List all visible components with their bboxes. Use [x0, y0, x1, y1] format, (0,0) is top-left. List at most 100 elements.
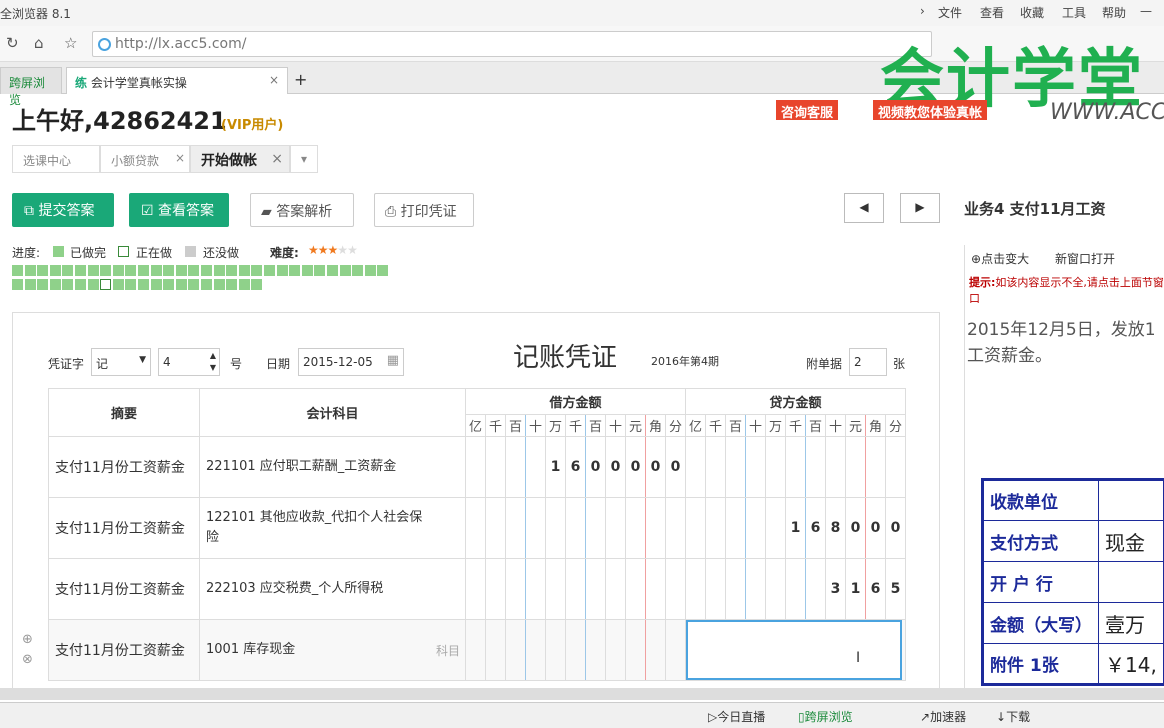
progress-cell[interactable]	[163, 265, 175, 276]
credit-digit[interactable]	[865, 436, 886, 498]
progress-cell[interactable]	[175, 279, 187, 290]
progress-cell[interactable]	[201, 279, 212, 290]
progress-cell[interactable]	[87, 265, 99, 276]
debit-digit[interactable]	[605, 619, 626, 681]
debit-digit[interactable]	[545, 619, 566, 681]
credit-digit[interactable]	[825, 436, 846, 498]
credit-digit[interactable]	[725, 436, 746, 498]
credit-digit[interactable]: 6	[805, 497, 826, 559]
progress-cell[interactable]	[12, 265, 23, 276]
zoom-button[interactable]: ⊕点击变大	[971, 250, 1029, 267]
debit-digit[interactable]	[625, 497, 646, 559]
progress-cell[interactable]	[125, 265, 137, 276]
debit-digit[interactable]	[505, 619, 526, 681]
credit-digit[interactable]: 0	[845, 497, 866, 559]
menu-help[interactable]: 帮助	[1102, 4, 1126, 21]
progress-cell[interactable]	[213, 279, 225, 290]
credit-digit[interactable]	[705, 497, 726, 559]
debit-digit[interactable]	[605, 497, 626, 559]
table-row[interactable]: 支付11月份工资薪金 122101 其他应收款_代扣个人社会保险 1 6 8 0 0 0	[48, 497, 906, 559]
live-button[interactable]: ▷今日直播	[708, 708, 765, 725]
debit-digit[interactable]	[545, 497, 566, 559]
progress-cell[interactable]	[24, 279, 36, 290]
progress-cell[interactable]	[75, 279, 86, 290]
credit-input-active[interactable]: I	[686, 620, 902, 680]
debit-digit[interactable]	[525, 436, 546, 498]
credit-digit[interactable]: 1	[845, 558, 866, 620]
progress-cell[interactable]	[37, 265, 49, 276]
debit-digit[interactable]	[525, 619, 546, 681]
credit-digit[interactable]	[705, 436, 726, 498]
progress-cell[interactable]	[62, 265, 74, 276]
new-window-link[interactable]: 新窗口打开	[1055, 250, 1115, 267]
consult-button[interactable]: 咨询客服	[776, 100, 839, 121]
credit-digit[interactable]	[745, 558, 766, 620]
credit-digit[interactable]	[745, 436, 766, 498]
debit-digit[interactable]	[645, 558, 666, 620]
debit-digit[interactable]	[545, 558, 566, 620]
debit-digit[interactable]: 1	[545, 436, 566, 498]
view-answer-button[interactable]: ☑ 查看答案	[129, 193, 229, 227]
credit-digit[interactable]: 0	[885, 497, 906, 559]
table-row[interactable]: 支付11月份工资薪金 221101 应付职工薪酬_工资薪金 1 6 0 0 0 0 0	[48, 436, 906, 498]
debit-digit[interactable]	[565, 558, 586, 620]
tab-start-accounting[interactable]: 开始做帐 ×	[190, 145, 290, 173]
progress-cell[interactable]	[100, 279, 112, 290]
debit-digit[interactable]	[485, 497, 506, 559]
debit-digit[interactable]	[585, 558, 606, 620]
progress-cell[interactable]	[138, 279, 149, 290]
account-cell[interactable]: 222103 应交税费_个人所得税	[199, 558, 466, 620]
debit-digit[interactable]	[625, 558, 646, 620]
account-cell[interactable]: 221101 应付职工薪酬_工资薪金	[199, 436, 466, 498]
number-stepper[interactable]: 4 ▲ ▼	[158, 348, 220, 376]
menu-favorites[interactable]: 收藏	[1020, 4, 1044, 21]
debit-digit[interactable]: 0	[585, 436, 606, 498]
progress-cell[interactable]	[12, 279, 23, 290]
stepper-arrows-icon[interactable]: ▲ ▼	[210, 350, 216, 374]
progress-cell[interactable]	[150, 279, 162, 290]
progress-cell[interactable]	[112, 265, 124, 276]
debit-digit[interactable]	[485, 558, 506, 620]
progress-cell[interactable]	[327, 265, 338, 276]
progress-cell[interactable]	[213, 265, 225, 276]
credit-digit[interactable]	[705, 558, 726, 620]
credit-digit[interactable]: 5	[885, 558, 906, 620]
progress-cell[interactable]	[201, 265, 212, 276]
credit-digit[interactable]	[685, 436, 706, 498]
tab-dropdown-button[interactable]: ▾	[290, 145, 318, 173]
credit-digit[interactable]: 8	[825, 497, 846, 559]
progress-cell[interactable]	[238, 279, 250, 290]
progress-cell[interactable]	[49, 265, 61, 276]
submit-answer-button[interactable]: ⧉ 提交答案	[12, 193, 114, 227]
summary-cell[interactable]: 支付11月份工资薪金	[48, 619, 200, 681]
close-icon[interactable]: ×	[175, 151, 185, 165]
debit-digit[interactable]	[645, 619, 666, 681]
word-select[interactable]: 记 ▼	[91, 348, 151, 376]
tab-accounting[interactable]: 练 会计学堂真帐实操 ×	[66, 67, 288, 94]
credit-digit[interactable]	[725, 497, 746, 559]
credit-digit[interactable]	[745, 497, 766, 559]
credit-digit[interactable]: 3	[825, 558, 846, 620]
debit-digit[interactable]	[665, 497, 686, 559]
credit-digit[interactable]	[765, 436, 786, 498]
debit-digit[interactable]	[525, 558, 546, 620]
debit-digit[interactable]	[505, 497, 526, 559]
debit-digit[interactable]	[485, 619, 506, 681]
next-button[interactable]: ▶	[900, 193, 940, 223]
progress-cell[interactable]	[62, 279, 74, 290]
progress-cell[interactable]	[188, 265, 200, 276]
credit-digit[interactable]: 6	[865, 558, 886, 620]
credit-digit[interactable]	[685, 497, 706, 559]
minimize-icon[interactable]: —	[1140, 4, 1152, 18]
debit-digit[interactable]: 0	[665, 436, 686, 498]
debit-digit[interactable]	[585, 619, 606, 681]
horizontal-scrollbar[interactable]	[0, 688, 1164, 700]
new-tab-button[interactable]: +	[290, 67, 314, 94]
progress-cell[interactable]	[364, 265, 376, 276]
add-row-icon[interactable]: ⊕	[22, 632, 33, 647]
menu-tools[interactable]: 工具	[1062, 4, 1086, 21]
calendar-icon[interactable]: ▦	[387, 353, 399, 368]
answer-analysis-button[interactable]: ▰ 答案解析	[250, 193, 354, 227]
progress-cell[interactable]	[238, 265, 250, 276]
progress-cell[interactable]	[264, 265, 275, 276]
